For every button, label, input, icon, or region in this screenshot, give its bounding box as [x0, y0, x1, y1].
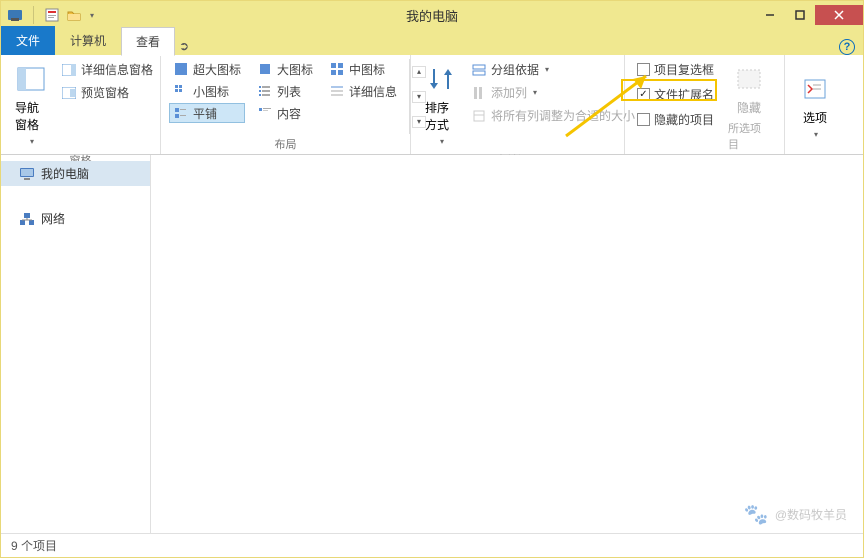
- small-icon: [173, 83, 189, 99]
- statusbar: 9 个项目: [1, 533, 863, 557]
- chevron-down-icon: ▾: [30, 137, 34, 146]
- layout-medium[interactable]: 中图标: [325, 59, 401, 79]
- layout-large[interactable]: 大图标: [253, 59, 317, 79]
- group-label-layout: 布局: [169, 134, 402, 152]
- details-pane-icon: [61, 62, 77, 78]
- item-count: 9 个项目: [11, 537, 57, 554]
- layout-extra-large[interactable]: 超大图标: [169, 59, 245, 79]
- navigation-pane-button[interactable]: 导航窗格 ▾: [9, 59, 53, 150]
- layout-content[interactable]: 内容: [253, 103, 317, 123]
- large-icon: [257, 61, 273, 77]
- paw-icon: 🐾: [744, 502, 769, 527]
- help-icon[interactable]: ?: [839, 39, 855, 55]
- ribbon-tabs: 文件 计算机 查看 ➲ ?: [1, 29, 863, 55]
- group-layout: 超大图标 大图标 中图标 小图标 列表 详细信息 平铺 内容 ▴ ▾ ▾ 布局: [161, 55, 411, 154]
- collapse-ribbon-icon[interactable]: ➲: [175, 37, 193, 55]
- fit-columns-icon: [471, 108, 487, 124]
- layout-small[interactable]: 小图标: [169, 81, 245, 101]
- details-icon: [329, 83, 345, 99]
- chevron-down-icon: ▾: [440, 137, 444, 146]
- maximize-button[interactable]: [785, 5, 815, 25]
- app-icon: [7, 7, 23, 23]
- close-button[interactable]: [815, 5, 863, 25]
- sidebar-item-network[interactable]: 网络: [1, 206, 150, 231]
- layout-details[interactable]: 详细信息: [325, 81, 401, 101]
- hide-selected-button: 隐藏 所选项目: [722, 59, 776, 156]
- group-show-hide: 项目复选框 文件扩展名 隐藏的项目 隐藏 所选项目 显示/隐藏: [625, 55, 785, 154]
- add-columns-icon: [471, 85, 487, 101]
- chevron-down-icon: ▾: [545, 65, 549, 74]
- details-pane-button[interactable]: 详细信息窗格: [57, 59, 157, 80]
- options-button[interactable]: 选项 ▾: [793, 59, 837, 152]
- content-icon: [257, 105, 273, 121]
- checkbox-checked-icon: [637, 88, 650, 101]
- sort-by-button[interactable]: 排序方式 ▾: [419, 59, 463, 150]
- navigation-sidebar: 我的电脑 网络: [1, 155, 151, 533]
- content-area: 我的电脑 网络: [1, 155, 863, 533]
- group-options: 选项 ▾: [785, 55, 841, 154]
- tab-view[interactable]: 查看: [121, 27, 175, 56]
- file-extensions-toggle[interactable]: 文件扩展名: [633, 84, 718, 105]
- extra-large-icon: [173, 61, 189, 77]
- properties-icon[interactable]: [44, 7, 60, 23]
- qat-dropdown-icon[interactable]: ▾: [90, 11, 94, 20]
- tab-computer[interactable]: 计算机: [55, 26, 121, 55]
- explorer-window: ▾ 我的电脑 文件 计算机 查看 ➲ ? 导航窗格 ▾: [0, 0, 864, 558]
- list-icon: [257, 83, 273, 99]
- watermark: 🐾 @数码牧羊员: [744, 502, 847, 527]
- file-list-area[interactable]: [151, 155, 863, 533]
- group-by-icon: [471, 62, 487, 78]
- computer-icon: [19, 166, 35, 182]
- add-columns-button: 添加列▾: [467, 82, 639, 103]
- preview-pane-icon: [61, 85, 77, 101]
- chevron-down-icon: ▾: [814, 130, 818, 139]
- nav-pane-label: 导航窗格: [15, 99, 47, 133]
- preview-pane-button[interactable]: 预览窗格: [57, 82, 157, 103]
- tiles-icon: [173, 105, 189, 121]
- layout-list[interactable]: 列表: [253, 81, 317, 101]
- ribbon: 导航窗格 ▾ 详细信息窗格 预览窗格 窗格: [1, 55, 863, 155]
- fit-columns-button: 将所有列调整为合适的大小: [467, 105, 639, 126]
- group-panes: 导航窗格 ▾ 详细信息窗格 预览窗格 窗格: [1, 55, 161, 154]
- group-by-button[interactable]: 分组依据▾: [467, 59, 639, 80]
- hidden-items-toggle[interactable]: 隐藏的项目: [633, 109, 718, 130]
- tab-file[interactable]: 文件: [1, 26, 55, 55]
- item-checkboxes-toggle[interactable]: 项目复选框: [633, 59, 718, 80]
- sidebar-item-my-computer[interactable]: 我的电脑: [1, 161, 150, 186]
- checkbox-icon: [637, 113, 650, 126]
- window-title: 我的电脑: [406, 6, 458, 25]
- folder-nav-icon[interactable]: [66, 7, 82, 23]
- network-icon: [19, 211, 35, 227]
- layout-tiles[interactable]: 平铺: [169, 103, 245, 123]
- checkbox-icon: [637, 63, 650, 76]
- group-current-view: 排序方式 ▾ 分组依据▾ 添加列▾ 将所有列调整为合适的大小 当前视图: [411, 55, 625, 154]
- titlebar: ▾ 我的电脑: [1, 1, 863, 29]
- minimize-button[interactable]: [755, 5, 785, 25]
- medium-icon: [329, 61, 345, 77]
